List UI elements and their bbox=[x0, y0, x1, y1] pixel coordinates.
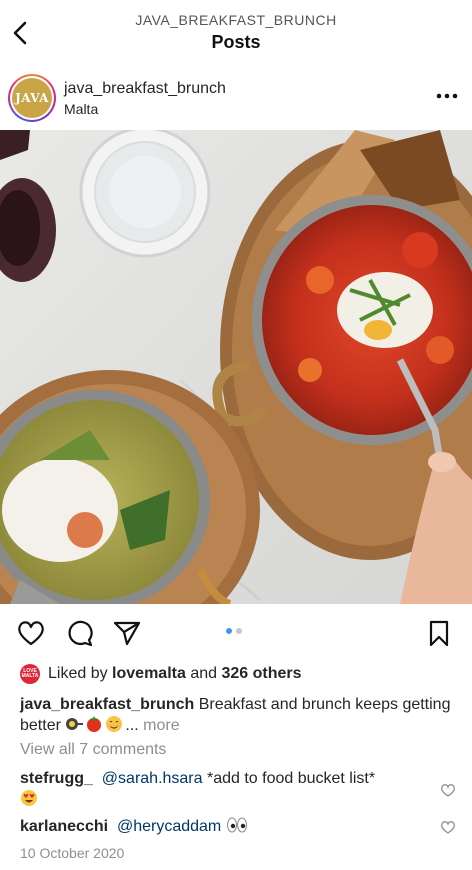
likes-summary[interactable]: LOVE MALTA Liked by lovemalta and 326 ot… bbox=[20, 662, 302, 686]
avatar-logo: JAVA bbox=[12, 78, 52, 118]
likes-prefix: Liked by bbox=[48, 665, 108, 682]
comment-like-heart-icon[interactable] bbox=[440, 782, 456, 798]
food-photo-illustration bbox=[0, 130, 472, 604]
comment-mention[interactable]: @herycaddam bbox=[117, 818, 221, 835]
heart-eyes-icon bbox=[21, 790, 37, 806]
carousel-indicator bbox=[226, 628, 242, 634]
more-options-icon[interactable] bbox=[432, 84, 462, 108]
save-bookmark-icon[interactable] bbox=[424, 618, 454, 648]
comment-mention[interactable]: @sarah.hsara bbox=[102, 770, 203, 787]
post-username[interactable]: java_breakfast_brunch bbox=[64, 80, 226, 98]
post-date: 10 October 2020 bbox=[20, 845, 125, 861]
view-all-comments-link[interactable]: View all 7 comments bbox=[20, 741, 166, 759]
profile-username-subtitle: JAVA_BREAKFAST_BRUNCH bbox=[135, 12, 337, 28]
comment-text: *add to food bucket list* bbox=[202, 770, 376, 787]
post-location[interactable]: Malta bbox=[64, 101, 98, 117]
likes-and: and bbox=[190, 665, 218, 682]
eyes-icon bbox=[226, 817, 247, 833]
share-paper-plane-icon[interactable] bbox=[112, 618, 142, 648]
liker-username[interactable]: lovemalta bbox=[112, 665, 186, 683]
comment-item: stefrugg_ @sarah.hsara *add to food buck… bbox=[20, 768, 430, 810]
tomato-icon bbox=[87, 716, 102, 732]
comment-username[interactable]: stefrugg_ bbox=[20, 770, 93, 787]
post-photo[interactable] bbox=[0, 130, 472, 604]
page-title: Posts bbox=[211, 32, 261, 52]
smiling-face-icon bbox=[106, 716, 123, 732]
avatar-border: JAVA bbox=[10, 76, 54, 120]
comment-bubble-icon[interactable] bbox=[64, 618, 94, 648]
carousel-dot-active bbox=[226, 628, 232, 634]
caption-more-link[interactable]: more bbox=[143, 717, 179, 734]
post-header: JAVA java_breakfast_brunch Malta bbox=[0, 66, 472, 128]
like-heart-icon[interactable] bbox=[16, 618, 46, 648]
avatar[interactable]: JAVA bbox=[8, 74, 56, 122]
caption-ellipsis: ... bbox=[125, 717, 139, 734]
post-caption: java_breakfast_brunch Breakfast and brun… bbox=[20, 694, 460, 736]
likes-others-count[interactable]: 326 others bbox=[221, 665, 301, 683]
liker-avatar: LOVE MALTA bbox=[20, 664, 40, 684]
liker-avatar-text: LOVE MALTA bbox=[21, 668, 39, 679]
top-bar: JAVA_BREAKFAST_BRUNCH Posts bbox=[0, 0, 472, 62]
post-action-bar bbox=[0, 610, 472, 654]
comment-item: karlanecchi @herycaddam bbox=[20, 816, 430, 837]
comment-username[interactable]: karlanecchi bbox=[20, 818, 108, 835]
comment-like-heart-icon[interactable] bbox=[440, 819, 456, 835]
carousel-dot bbox=[236, 628, 242, 634]
caption-username[interactable]: java_breakfast_brunch bbox=[20, 696, 194, 713]
pan-icon bbox=[66, 718, 84, 730]
avatar-text: JAVA bbox=[15, 91, 49, 105]
